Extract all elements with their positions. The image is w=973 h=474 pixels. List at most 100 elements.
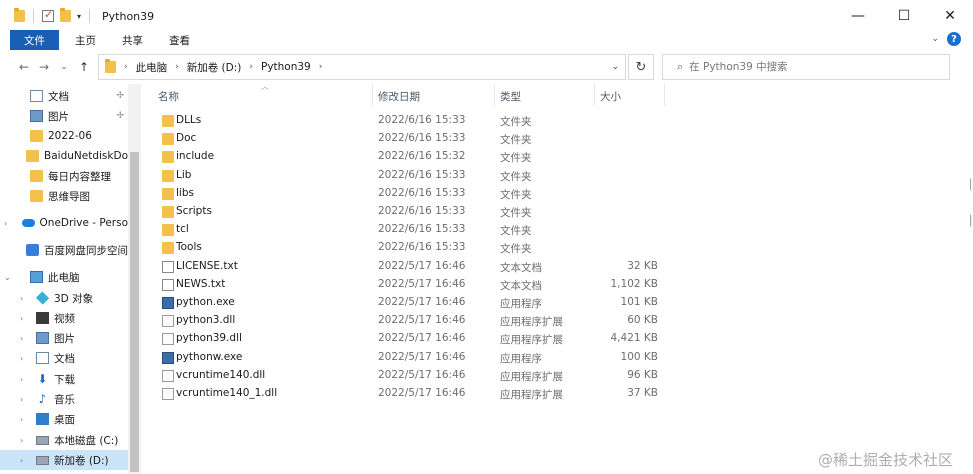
maximize-button[interactable]: ☐: [881, 0, 927, 32]
new-folder-icon[interactable]: [60, 8, 71, 22]
breadcrumb-separator-icon[interactable]: ›: [124, 62, 128, 72]
sidebar-item-this-pc[interactable]: ⌄ 此电脑: [0, 267, 128, 287]
properties-icon[interactable]: [42, 8, 54, 22]
sidebar-item-baidu-sync[interactable]: 百度网盘同步空间: [0, 240, 128, 260]
sidebar-item-downloads[interactable]: › ⬇ 下载: [0, 369, 128, 389]
file-row[interactable]: vcruntime140_1.dll 2022/5/17 16:46 应用程序扩展 3…: [156, 385, 670, 403]
breadcrumb-drive-d[interactable]: 新加卷 (D:): [187, 60, 242, 75]
sidebar-item-videos[interactable]: › 视频: [0, 308, 128, 328]
sidebar-item-label: 音乐: [54, 393, 75, 406]
search-input[interactable]: [689, 61, 930, 73]
forward-button[interactable]: →: [34, 55, 54, 79]
column-divider[interactable]: [594, 84, 595, 106]
tab-view[interactable]: 查看: [159, 30, 200, 50]
file-row[interactable]: python.exe 2022/5/17 16:46 应用程序 101 KB: [156, 294, 670, 312]
file-type: 文件夹: [500, 152, 532, 165]
tab-home[interactable]: 主页: [65, 30, 106, 50]
expand-chevron-icon[interactable]: ›: [20, 354, 36, 363]
file-row[interactable]: Tools 2022/6/16 15:33 文件夹: [156, 239, 670, 257]
file-type: 应用程序扩展: [500, 334, 563, 347]
sidebar-item-music[interactable]: › ♪ 音乐: [0, 389, 128, 409]
help-icon[interactable]: ?: [947, 32, 961, 46]
breadcrumb-separator-icon[interactable]: ›: [319, 62, 323, 72]
sidebar-item-desktop[interactable]: › 桌面: [0, 409, 128, 429]
sidebar-item-daily-content[interactable]: 每日内容整理: [0, 166, 128, 186]
pin-icon: ✢: [116, 111, 124, 121]
sidebar-item-baidunetdisk[interactable]: BaiduNetdiskDo: [0, 146, 128, 166]
window-controls: — ☐ ✕: [835, 0, 973, 32]
sidebar-item-drive-c[interactable]: › 本地磁盘 (C:): [0, 430, 128, 450]
navigation-pane[interactable]: 文档 ✢ 图片 ✢ 2022-06 BaiduNetdiskDo 每日内容整理 …: [0, 84, 141, 474]
tab-share[interactable]: 共享: [112, 30, 153, 50]
up-button[interactable]: ↑: [74, 55, 94, 79]
picture-icon: [30, 110, 43, 122]
text-file-icon: [162, 260, 174, 273]
file-row[interactable]: Doc 2022/6/16 15:33 文件夹: [156, 130, 670, 148]
address-history-dropdown-icon[interactable]: ⌄: [611, 62, 619, 72]
collapse-chevron-icon[interactable]: ⌄: [4, 273, 30, 282]
column-divider[interactable]: [372, 84, 373, 106]
expand-chevron-icon[interactable]: ›: [20, 334, 36, 343]
expand-chevron-icon[interactable]: ›: [20, 294, 36, 303]
file-row[interactable]: pythonw.exe 2022/5/17 16:46 应用程序 100 KB: [156, 349, 670, 367]
file-row[interactable]: vcruntime140.dll 2022/5/17 16:46 应用程序扩展 96 …: [156, 367, 670, 385]
column-header-size[interactable]: 大小: [600, 89, 621, 104]
file-row[interactable]: Lib 2022/6/16 15:33 文件夹: [156, 167, 670, 185]
column-divider[interactable]: [664, 84, 665, 106]
sidebar-item-pictures[interactable]: › 图片: [0, 328, 128, 348]
onedrive-icon: [21, 219, 35, 227]
close-button[interactable]: ✕: [927, 0, 973, 32]
sidebar-scrollbar-thumb[interactable]: [130, 152, 139, 472]
file-row[interactable]: Scripts 2022/6/16 15:33 文件夹: [156, 203, 670, 221]
expand-chevron-icon[interactable]: ›: [20, 456, 36, 465]
dll-file-icon: [162, 315, 174, 328]
tab-file[interactable]: 文件: [10, 30, 59, 50]
column-header-type[interactable]: 类型: [500, 89, 521, 104]
sidebar-item-3d-objects[interactable]: › 3D 对象: [0, 288, 128, 308]
sidebar-item-drive-d[interactable]: › 新加卷 (D:): [0, 450, 128, 470]
file-row[interactable]: DLLs 2022/6/16 15:33 文件夹: [156, 112, 670, 130]
file-row[interactable]: libs 2022/6/16 15:33 文件夹: [156, 185, 670, 203]
breadcrumb-python39[interactable]: Python39: [261, 61, 311, 73]
refresh-button[interactable]: ↻: [628, 54, 654, 80]
ribbon-expand-icon[interactable]: ⌄: [931, 34, 939, 44]
file-row[interactable]: python39.dll 2022/5/17 16:46 应用程序扩展 4,421 K…: [156, 330, 670, 348]
file-row[interactable]: include 2022/6/16 15:32 文件夹: [156, 148, 670, 166]
search-box[interactable]: ⌕: [662, 54, 950, 80]
recent-locations-button[interactable]: ⌄: [54, 55, 74, 79]
sidebar-item-2022-06[interactable]: 2022-06: [0, 126, 128, 146]
sidebar-item-mind-map[interactable]: 思维导图: [0, 186, 128, 206]
minimize-button[interactable]: —: [835, 0, 881, 32]
folder-icon[interactable]: [14, 8, 25, 22]
back-button[interactable]: ←: [14, 55, 34, 79]
column-header-name[interactable]: 名称: [158, 89, 179, 104]
sidebar-scrollbar[interactable]: [128, 84, 141, 474]
file-row[interactable]: python3.dll 2022/5/17 16:46 应用程序扩展 60 KB: [156, 312, 670, 330]
column-divider[interactable]: [494, 84, 495, 106]
expand-chevron-icon[interactable]: ›: [20, 415, 36, 424]
expand-chevron-icon[interactable]: ›: [20, 375, 36, 384]
sidebar-item-onedrive[interactable]: › OneDrive - Perso: [0, 213, 128, 233]
file-row[interactable]: tcl 2022/6/16 15:33 文件夹: [156, 221, 670, 239]
file-name: libs: [176, 186, 194, 199]
picture-icon: [36, 332, 49, 344]
sidebar-item-pictures-pinned[interactable]: 图片 ✢: [0, 106, 128, 126]
sidebar-item-documents[interactable]: › 文档: [0, 348, 128, 368]
column-headers: ︿ 名称 修改日期 类型 大小: [146, 82, 666, 108]
expand-chevron-icon[interactable]: ›: [20, 395, 36, 404]
column-header-date[interactable]: 修改日期: [378, 89, 420, 104]
expand-chevron-icon[interactable]: ›: [20, 314, 36, 323]
file-row[interactable]: LICENSE.txt 2022/5/17 16:46 文本文档 32 KB: [156, 258, 670, 276]
address-bar[interactable]: › 此电脑 › 新加卷 (D:) › Python39 › ⌄: [98, 54, 626, 80]
sidebar-item-documents-pinned[interactable]: 文档 ✢: [0, 86, 128, 106]
breadcrumb-this-pc[interactable]: 此电脑: [136, 60, 168, 75]
file-row[interactable]: NEWS.txt 2022/5/17 16:46 文本文档 1,102 KB: [156, 276, 670, 294]
breadcrumb-separator-icon[interactable]: ›: [175, 62, 179, 72]
background-window-edge: ▕ ▕: [963, 180, 971, 227]
folder-icon: [162, 115, 174, 127]
breadcrumb-separator-icon[interactable]: ›: [249, 62, 253, 72]
customize-toolbar-dropdown-icon[interactable]: ▾: [77, 12, 81, 21]
file-list-pane[interactable]: ︿ 名称 修改日期 类型 大小 DLLs 2022/6/16 15:33 文件夹 Do…: [146, 82, 973, 474]
expand-chevron-icon[interactable]: ›: [4, 219, 22, 228]
expand-chevron-icon[interactable]: ›: [20, 436, 36, 445]
